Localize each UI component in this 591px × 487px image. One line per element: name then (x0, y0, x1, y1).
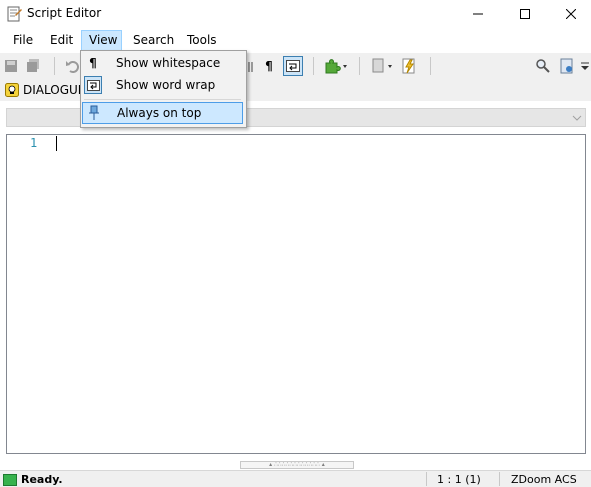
word-wrap-icon (84, 76, 102, 94)
pin-icon (85, 104, 103, 122)
script-icon (7, 6, 22, 22)
menu-item-show-whitespace[interactable]: ¶ Show whitespace (82, 52, 243, 74)
chevron-down-icon (572, 115, 582, 121)
puzzle-icon (325, 59, 347, 74)
status-text: Ready. (21, 473, 63, 486)
maximize-button[interactable] (502, 0, 548, 28)
minimize-button[interactable] (455, 0, 501, 28)
window-title: Script Editor (27, 6, 102, 20)
status-indicator-icon (3, 474, 17, 486)
status-separator (426, 472, 427, 486)
document-settings-icon (560, 58, 573, 74)
code-editor[interactable] (6, 134, 586, 454)
save-button[interactable] (1, 56, 21, 76)
toolbar-separator (359, 57, 360, 75)
toolbar-separator (430, 57, 431, 75)
insert-dropdown-button[interactable] (369, 56, 397, 76)
pilcrow-icon: ¶ (89, 56, 97, 70)
cursor-position: 1 : 1 (1) (437, 473, 481, 486)
document-tab[interactable]: DIALOGUE (2, 80, 88, 100)
close-icon (566, 9, 576, 19)
text-caret (56, 136, 57, 151)
settings-button[interactable] (557, 56, 577, 76)
toolbar-separator (54, 57, 55, 75)
word-wrap-toolbar-button[interactable] (283, 56, 303, 76)
menu-item-always-on-top[interactable]: Always on top (82, 102, 243, 124)
document-insert-icon (372, 58, 392, 73)
undo-icon (66, 61, 79, 73)
menu-search[interactable]: Search (126, 30, 181, 51)
menu-tools[interactable]: Tools (180, 30, 224, 51)
menu-item-label: Show word wrap (116, 78, 216, 92)
word-wrap-icon (286, 60, 300, 72)
menu-file[interactable]: File (6, 30, 40, 51)
chevron-down-icon (581, 62, 589, 70)
menu-item-label: Always on top (117, 106, 202, 120)
compile-button[interactable] (399, 56, 419, 76)
status-separator (499, 472, 500, 486)
menu-view[interactable]: View (81, 30, 122, 51)
line-number: 1 (30, 136, 38, 150)
close-button[interactable] (548, 0, 591, 28)
save-all-button[interactable] (23, 56, 43, 76)
undo-button[interactable] (62, 56, 82, 76)
maximize-icon (520, 9, 530, 19)
minimize-icon (473, 13, 483, 15)
splitter-handle[interactable]: ▴ ∴∴∴∴∴∴∴∴∴∴∴∴ ▴ (240, 461, 354, 469)
menu-item-show-word-wrap[interactable]: Show word wrap (82, 74, 243, 96)
menu-divider (84, 99, 241, 100)
save-icon (5, 60, 17, 72)
save-all-icon (27, 59, 39, 72)
find-button[interactable] (533, 56, 553, 76)
compile-icon (402, 58, 415, 74)
toolbar-overflow-button[interactable] (580, 56, 590, 76)
search-icon (536, 59, 550, 73)
show-whitespace-toolbar-button[interactable]: ¶ (259, 56, 279, 76)
plugins-dropdown-button[interactable] (322, 56, 352, 76)
menu-item-label: Show whitespace (116, 56, 221, 70)
menu-edit[interactable]: Edit (43, 30, 80, 51)
language-indicator: ZDoom ACS (511, 473, 577, 486)
toolbar-separator (313, 57, 314, 75)
document-tab-label: DIALOGUE (23, 83, 86, 97)
status-bar (0, 470, 591, 487)
dialogue-script-icon (5, 83, 19, 97)
